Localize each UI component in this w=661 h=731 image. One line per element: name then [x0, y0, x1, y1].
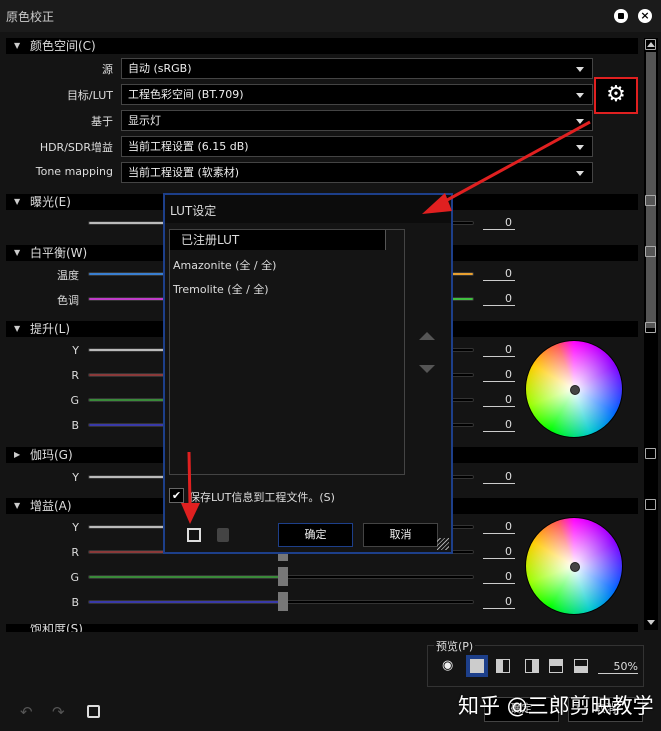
annotation-arrows [181, 120, 591, 524]
arrow-to-add-icon [187, 451, 192, 506]
arrowhead [181, 503, 200, 524]
arrow-to-dialog [437, 120, 591, 207]
arrowhead [422, 193, 452, 214]
